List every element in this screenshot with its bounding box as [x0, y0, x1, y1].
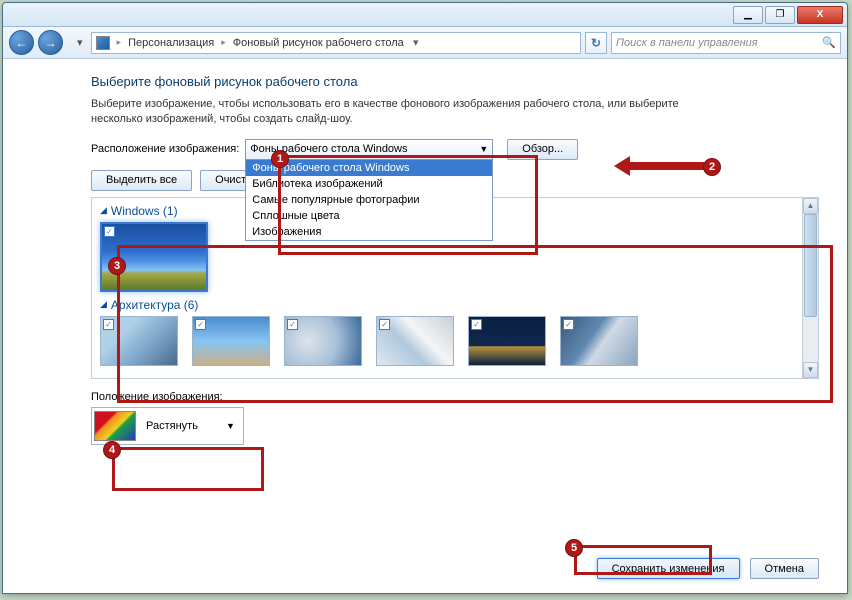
cancel-button[interactable]: Отмена: [750, 558, 819, 579]
separator-icon: ▸: [218, 37, 229, 48]
address-drop-icon[interactable]: ▾: [408, 36, 424, 49]
content: Выберите фоновый рисунок рабочего стола …: [3, 60, 847, 593]
wallpaper-thumb[interactable]: [468, 316, 546, 366]
position-label: Положение изображения:: [91, 391, 819, 403]
callout-3: 3: [108, 257, 126, 275]
picture-location-row: Расположение изображения: Фоны рабочего …: [91, 139, 819, 160]
vertical-scrollbar[interactable]: ▲ ▼: [802, 198, 818, 378]
search-icon: 🔍: [822, 36, 836, 49]
checkbox-icon[interactable]: [379, 319, 390, 330]
callout-5: 5: [565, 539, 583, 557]
picture-location-label: Расположение изображения:: [91, 143, 239, 155]
combo-dropdown: Фоны рабочего стола Windows Библиотека и…: [245, 160, 493, 241]
position-value: Растянуть: [136, 420, 226, 432]
combo-option[interactable]: Библиотека изображений: [246, 176, 492, 192]
separator-icon: ▸: [114, 37, 125, 48]
forward-button[interactable]: →: [38, 30, 63, 55]
browse-button[interactable]: Обзор...: [507, 139, 578, 160]
wallpaper-thumb[interactable]: [376, 316, 454, 366]
window: ▁ ❐ X ← → ▾ ▸ Персонализация ▸ Фоновый р…: [2, 2, 848, 594]
back-button[interactable]: ←: [9, 30, 34, 55]
control-panel-icon: [96, 36, 110, 50]
combo-option[interactable]: Изображения: [246, 224, 492, 240]
save-button[interactable]: Сохранить изменения: [597, 558, 740, 579]
checkbox-icon[interactable]: [103, 319, 114, 330]
breadcrumb-1[interactable]: Персонализация: [128, 37, 214, 49]
callout-2: 2: [703, 158, 721, 176]
select-all-button[interactable]: Выделить все: [91, 170, 192, 191]
scroll-thumb[interactable]: [804, 214, 817, 318]
scroll-up-button[interactable]: ▲: [803, 198, 818, 214]
collapse-icon: ◢: [100, 299, 107, 310]
footer: Сохранить изменения Отмена: [597, 558, 819, 579]
checkbox-icon[interactable]: [287, 319, 298, 330]
category-architecture[interactable]: ◢ Архитектура (6): [100, 298, 810, 312]
collapse-icon: ◢: [100, 205, 107, 216]
page-title: Выберите фоновый рисунок рабочего стола: [91, 74, 819, 89]
wallpaper-thumb[interactable]: [100, 316, 178, 366]
page-description: Выберите изображение, чтобы использовать…: [91, 97, 731, 127]
chevron-down-icon[interactable]: ▾: [73, 36, 87, 49]
checkbox-icon[interactable]: [471, 319, 482, 330]
checkbox-icon[interactable]: [195, 319, 206, 330]
scroll-track[interactable]: [803, 214, 818, 362]
scroll-down-button[interactable]: ▼: [803, 362, 818, 378]
search-placeholder: Поиск в панели управления: [616, 37, 758, 49]
checkbox-icon[interactable]: [563, 319, 574, 330]
callout-1: 1: [271, 150, 289, 168]
maximize-button[interactable]: ❐: [765, 6, 795, 24]
combo-option[interactable]: Самые популярные фотографии: [246, 192, 492, 208]
refresh-button[interactable]: ↻: [585, 32, 607, 54]
chevron-down-icon: ▼: [226, 421, 241, 431]
annotation-arrow-2: [614, 158, 704, 174]
wallpaper-thumb[interactable]: [192, 316, 270, 366]
wallpaper-thumb[interactable]: [560, 316, 638, 366]
callout-4: 4: [103, 441, 121, 459]
search-input[interactable]: Поиск в панели управления 🔍: [611, 32, 841, 54]
breadcrumb-2[interactable]: Фоновый рисунок рабочего стола: [233, 37, 404, 49]
position-preview-icon: [94, 411, 136, 441]
titlebar: ▁ ❐ X: [3, 3, 847, 27]
wallpaper-thumb[interactable]: [284, 316, 362, 366]
combo-option[interactable]: Сплошные цвета: [246, 208, 492, 224]
chevron-down-icon: ▼: [479, 144, 488, 154]
minimize-button[interactable]: ▁: [733, 6, 763, 24]
position-dropdown[interactable]: Растянуть ▼: [91, 407, 244, 445]
address-bar[interactable]: ▸ Персонализация ▸ Фоновый рисунок рабоч…: [91, 32, 581, 54]
navbar: ← → ▾ ▸ Персонализация ▸ Фоновый рисунок…: [3, 27, 847, 59]
close-button[interactable]: X: [797, 6, 843, 24]
checkbox-icon[interactable]: [104, 226, 115, 237]
